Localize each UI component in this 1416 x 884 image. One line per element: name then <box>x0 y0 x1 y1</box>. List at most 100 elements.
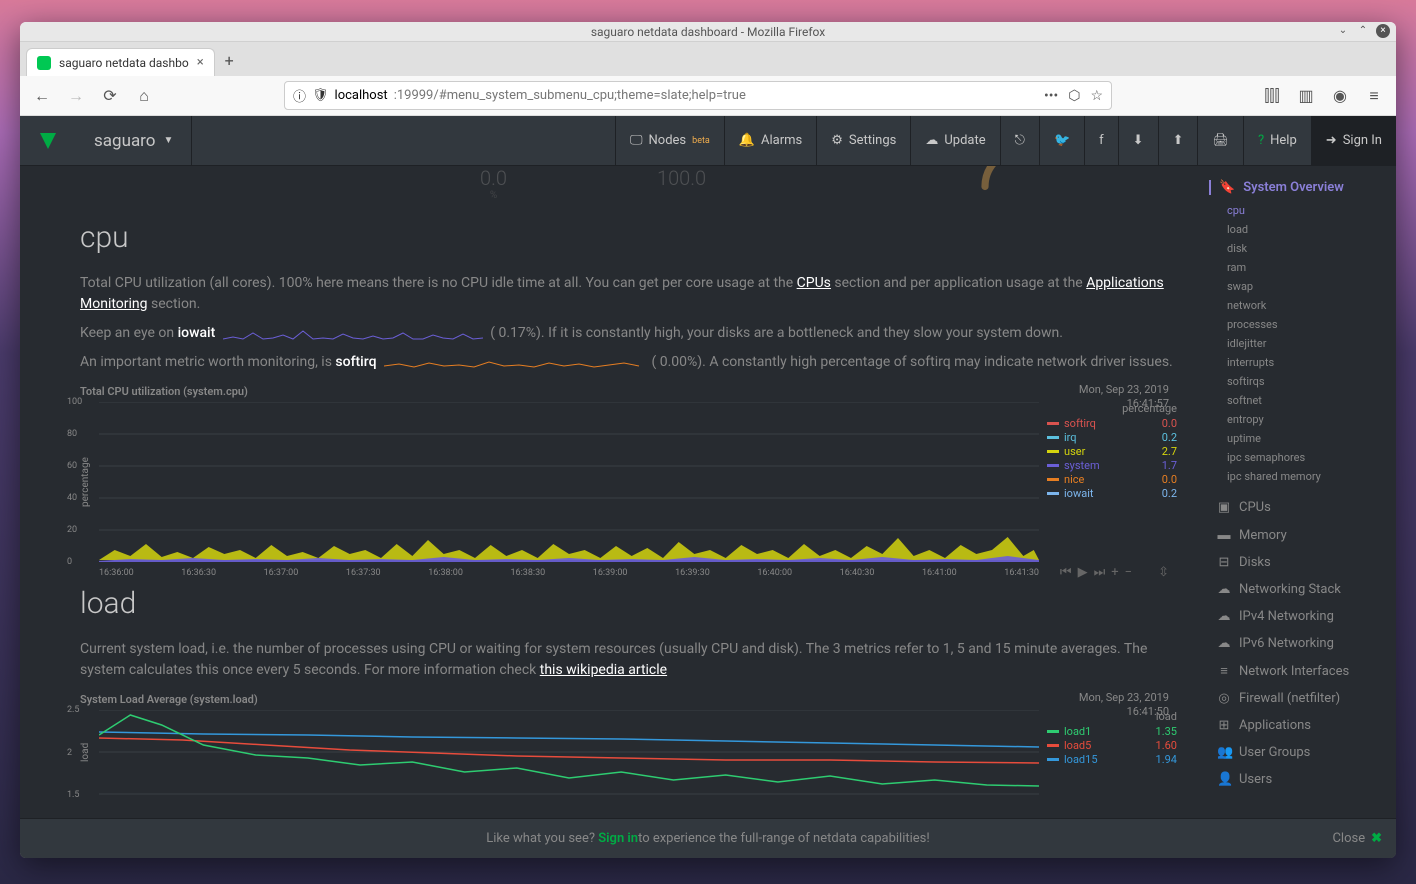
url-input[interactable]: ⓘ 🛡 localhost:19999/#menu_system_submenu… <box>284 81 1112 110</box>
upload-icon: ⬆ <box>1173 133 1184 148</box>
sidebar-cat-memory[interactable]: ▬Memory <box>1209 521 1388 549</box>
library-icon[interactable]: ⫿⫿⫿ <box>1258 82 1286 110</box>
info-icon[interactable]: ⓘ <box>293 86 306 105</box>
category-icon: 👤 <box>1217 772 1231 787</box>
promo-signin-link[interactable]: Sign in <box>598 831 638 846</box>
bookmark-icon[interactable]: ☆ <box>1090 88 1103 104</box>
chart-expand-icon[interactable]: ⇳ <box>1158 565 1169 580</box>
nav-upload[interactable]: ⬆ <box>1158 116 1198 165</box>
forward-button[interactable]: → <box>62 82 90 110</box>
sidebar-cat-ipv6-networking[interactable]: ☁IPv6 Networking <box>1209 630 1388 657</box>
chart-rewind-icon[interactable]: ⏮ <box>1060 565 1072 580</box>
softirq-keyword: softirq <box>335 354 376 370</box>
sidebar-cat-applications[interactable]: ⊞Applications <box>1209 712 1388 739</box>
cpu-chart: Total CPU utilization (system.cpu) Mon, … <box>80 385 1177 562</box>
nav-github[interactable]: ⎋ <box>1000 116 1039 165</box>
load-plot-area[interactable]: 2.5 2 1.5 <box>99 710 1039 795</box>
sidebar-sub-ram[interactable]: ram <box>1209 258 1388 277</box>
tab-title: saguaro netdata dashbo <box>59 56 189 70</box>
cpu-plot-area[interactable]: 100 80 60 40 20 0 16:36:0016:36:301 <box>99 402 1039 562</box>
nav-signin[interactable]: ➜Sign In <box>1311 116 1396 165</box>
chart-zoom-out-icon[interactable]: − <box>1125 565 1132 580</box>
hostname-selector[interactable]: saguaro ▼ <box>76 116 192 165</box>
nav-download[interactable]: ⬇ <box>1118 116 1158 165</box>
wikipedia-link[interactable]: this wikipedia article <box>540 662 667 678</box>
legend-row[interactable]: system1.7 <box>1047 459 1177 472</box>
window-close-icon[interactable]: × <box>1376 24 1390 38</box>
nav-help[interactable]: ?Help <box>1243 116 1311 165</box>
sidebar-system-overview[interactable]: 🔖 System Overview <box>1209 180 1388 195</box>
window-minimize-icon[interactable]: ⌄ <box>1336 24 1350 38</box>
sidebar-cat-network-interfaces[interactable]: ≡Network Interfaces <box>1209 657 1388 685</box>
print-icon: 🖨 <box>1212 133 1229 148</box>
sidebar-sub-softnet[interactable]: softnet <box>1209 391 1388 410</box>
legend-row[interactable]: softirq0.0 <box>1047 417 1177 430</box>
sidebar-sub-ipc-shared-memory[interactable]: ipc shared memory <box>1209 467 1388 486</box>
pocket-icon[interactable]: ⬡ <box>1068 88 1080 104</box>
sidebar-sub-softirqs[interactable]: softirqs <box>1209 372 1388 391</box>
legend-row[interactable]: nice0.0 <box>1047 473 1177 486</box>
legend-row[interactable]: irq0.2 <box>1047 431 1177 444</box>
legend-swatch-icon <box>1047 436 1059 439</box>
nav-update[interactable]: ☁Update <box>910 116 999 165</box>
legend-swatch-icon <box>1047 450 1059 453</box>
sidebar-cat-ipv4-networking[interactable]: ☁IPv4 Networking <box>1209 603 1388 630</box>
account-icon[interactable]: ◉ <box>1326 82 1354 110</box>
sidebar-sub-uptime[interactable]: uptime <box>1209 429 1388 448</box>
legend-row[interactable]: load51.60 <box>1047 739 1177 752</box>
tv-icon: 🖵 <box>630 133 643 148</box>
sidebar-sub-idlejitter[interactable]: idlejitter <box>1209 334 1388 353</box>
sidebar-sub-entropy[interactable]: entropy <box>1209 410 1388 429</box>
sidebar-cat-cpus[interactable]: ▣CPUs <box>1209 494 1388 521</box>
sidebar-sub-interrupts[interactable]: interrupts <box>1209 353 1388 372</box>
cpus-link[interactable]: CPUs <box>797 275 831 291</box>
nav-facebook[interactable]: f <box>1084 116 1118 165</box>
nav-nodes[interactable]: 🖵Nodes beta <box>615 116 724 165</box>
load-chart: System Load Average (system.load) Mon, S… <box>80 693 1177 795</box>
sidebar-cat-user-groups[interactable]: 👥User Groups <box>1209 739 1388 766</box>
chart-play-icon[interactable]: ▶ <box>1078 565 1088 580</box>
home-button[interactable]: ⌂ <box>130 82 158 110</box>
new-tab-button[interactable]: + <box>215 45 244 76</box>
window-maximize-icon[interactable]: ⌃ <box>1356 24 1370 38</box>
netdata-logo-icon[interactable] <box>20 129 76 153</box>
browser-tabbar: saguaro netdata dashbo × + <box>20 42 1396 76</box>
legend-row[interactable]: load11.35 <box>1047 725 1177 738</box>
sidebar-cat-networking-stack[interactable]: ☁Networking Stack <box>1209 576 1388 603</box>
chart-forward-icon[interactable]: ⏭ <box>1094 565 1106 580</box>
softirq-value: 0.00% <box>660 354 698 370</box>
sidebar-icon[interactable]: ▥ <box>1292 82 1320 110</box>
nav-print[interactable]: 🖨 <box>1197 116 1243 165</box>
sidebar-cat-users[interactable]: 👤Users <box>1209 766 1388 793</box>
sidebar-sub-disk[interactable]: disk <box>1209 239 1388 258</box>
nav-twitter[interactable]: 🐦 <box>1039 116 1084 165</box>
legend-swatch-icon <box>1047 464 1059 467</box>
gauge-value: 0.0 <box>480 166 507 190</box>
legend-row[interactable]: iowait0.2 <box>1047 487 1177 500</box>
shield-icon[interactable]: 🛡 <box>312 88 329 103</box>
cloud-download-icon: ☁ <box>925 133 938 148</box>
sidebar-sub-processes[interactable]: processes <box>1209 315 1388 334</box>
main-content: 0.0% 100.0 cpu Total CPU utilization (al… <box>20 166 1201 858</box>
page-actions-icon[interactable]: ••• <box>1044 88 1058 104</box>
chart-zoom-in-icon[interactable]: + <box>1111 565 1118 580</box>
menu-icon[interactable]: ≡ <box>1360 82 1388 110</box>
promo-close-button[interactable]: Close ✖ <box>1332 831 1382 846</box>
nav-settings[interactable]: ⚙Settings <box>816 116 910 165</box>
sidebar-sub-cpu[interactable]: cpu <box>1209 201 1388 220</box>
sidebar-cat-firewall-netfilter-[interactable]: ◎Firewall (netfilter) <box>1209 685 1388 712</box>
sidebar-cat-disks[interactable]: ⊟Disks <box>1209 549 1388 576</box>
reload-button[interactable]: ⟳ <box>96 82 124 110</box>
nav-alarms[interactable]: 🔔Alarms <box>724 116 816 165</box>
browser-tab[interactable]: saguaro netdata dashbo × <box>26 48 215 76</box>
legend-row[interactable]: load151.94 <box>1047 753 1177 766</box>
sidebar-sub-load[interactable]: load <box>1209 220 1388 239</box>
sidebar-sub-swap[interactable]: swap <box>1209 277 1388 296</box>
back-button[interactable]: ← <box>28 82 56 110</box>
legend-row[interactable]: user2.7 <box>1047 445 1177 458</box>
right-sidebar: 🔖 System Overview cpuloaddiskramswapnetw… <box>1201 166 1396 858</box>
sidebar-sub-network[interactable]: network <box>1209 296 1388 315</box>
cpu-legend: percentage softirq0.0irq0.2user2.7system… <box>1047 402 1177 562</box>
sidebar-sub-ipc-semaphores[interactable]: ipc semaphores <box>1209 448 1388 467</box>
tab-close-icon[interactable]: × <box>197 55 204 70</box>
